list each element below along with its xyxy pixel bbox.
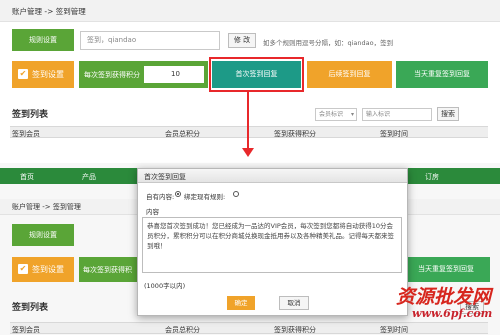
table-header-2: 签到会员 会员总积分 签到获得积分 签到时间 bbox=[10, 322, 488, 334]
points-panel-2: 每次签到获得积 bbox=[79, 257, 139, 282]
cancel-button[interactable]: 取消 bbox=[279, 296, 309, 310]
signin-settings-button[interactable]: ✔ 签到设置 bbox=[12, 61, 74, 88]
signin-settings-button-2[interactable]: ✔ 签到设置 bbox=[12, 257, 74, 282]
dialog-title: 首次签到回复 bbox=[144, 173, 186, 181]
first-signin-reply-dialog: 首次签到回复 自有内容: 绑定现有规则: 内容 恭喜您首次签到成功！您已经成为一… bbox=[137, 168, 408, 316]
points-input[interactable]: 10 bbox=[144, 66, 204, 83]
signin-settings-label-2: 签到设置 bbox=[32, 265, 64, 274]
char-limit: (1000字以内) bbox=[144, 282, 186, 290]
points-label-2: 每次签到获得积 bbox=[83, 266, 132, 274]
member-select-label: 会员标识 bbox=[319, 111, 344, 118]
points-label: 每次签到获得积分 bbox=[84, 71, 140, 79]
checkbox-icon: ✔ bbox=[18, 69, 28, 79]
col-signin-time: 签到时间 bbox=[380, 130, 408, 138]
col-total-points-2: 会员总积分 bbox=[165, 326, 200, 334]
confirm-button[interactable]: 确定 bbox=[227, 296, 255, 310]
list-title: 签到列表 bbox=[12, 110, 49, 120]
rule-settings-button-2[interactable]: 规则设置 bbox=[12, 224, 74, 246]
content-type-label: 自有内容: bbox=[146, 193, 175, 201]
repeat-signin-reply-button-2[interactable]: 当天重复签到回复 bbox=[402, 257, 490, 282]
points-panel: 每次签到获得积分 10 bbox=[79, 61, 208, 88]
modify-button[interactable]: 修 改 bbox=[228, 33, 256, 48]
breadcrumb-2: 账户管理 -> 签到管理 bbox=[12, 203, 81, 211]
col-signin-points: 签到获得积分 bbox=[274, 130, 316, 138]
rule-settings-button[interactable]: 规则设置 bbox=[12, 29, 74, 51]
breadcrumb: 账户管理 -> 签到管理 bbox=[12, 7, 86, 16]
col-signin-time-2: 签到时间 bbox=[380, 326, 408, 334]
arrow-shaft bbox=[247, 92, 249, 150]
arrow-down-icon bbox=[242, 148, 254, 157]
nav-products[interactable]: 产品 bbox=[82, 172, 96, 182]
watermark-logo: 资源批发网 bbox=[396, 286, 492, 308]
search-input[interactable]: 输入标识 bbox=[362, 108, 432, 121]
dialog-header: 首次签到回复 bbox=[138, 169, 407, 183]
content-label: 内容 bbox=[146, 208, 159, 216]
nav-booking[interactable]: 订房 bbox=[425, 172, 439, 182]
checkbox-icon: ✔ bbox=[18, 264, 28, 274]
radio-bind-rule[interactable] bbox=[233, 191, 239, 197]
col-total-points: 会员总积分 bbox=[165, 130, 200, 138]
col-member: 签到会员 bbox=[12, 130, 40, 138]
radio-dot-icon bbox=[177, 193, 179, 195]
later-signin-reply-button[interactable]: 后续签到回复 bbox=[307, 61, 392, 88]
table-header: 签到会员 会员总积分 签到获得积分 签到时间 bbox=[10, 126, 488, 138]
content-textarea[interactable]: 恭喜您首次签到成功！您已经成为一品达的VIP会员，每次签到您都将自动获得10分会… bbox=[142, 217, 402, 273]
signin-settings-label: 签到设置 bbox=[32, 70, 64, 79]
nav-home[interactable]: 首页 bbox=[20, 172, 34, 182]
first-signin-reply-button[interactable]: 首次签到回复 bbox=[212, 61, 301, 88]
bind-rule-label: 绑定现有规则: bbox=[184, 193, 226, 201]
member-type-select[interactable]: 会员标识 ▾ bbox=[315, 108, 357, 121]
top-breadcrumb-bar: 账户管理 -> 签到管理 bbox=[0, 0, 500, 22]
radio-own-content[interactable] bbox=[175, 191, 181, 197]
search-button[interactable]: 搜索 bbox=[437, 107, 459, 121]
col-signin-points-2: 签到获得积分 bbox=[274, 326, 316, 334]
col-member-2: 签到会员 bbox=[12, 326, 40, 334]
watermark-url: www.6pf.com bbox=[412, 307, 493, 320]
chevron-down-icon: ▾ bbox=[350, 111, 354, 118]
keyword-hint: 如多个规则用逗号分隔，如：qiandao，签到 bbox=[263, 39, 394, 47]
repeat-signin-reply-button[interactable]: 当天重复签到回复 bbox=[396, 61, 488, 88]
keyword-input[interactable]: 签到，qiandao bbox=[80, 31, 220, 50]
list-title-2: 签到列表 bbox=[12, 303, 49, 313]
